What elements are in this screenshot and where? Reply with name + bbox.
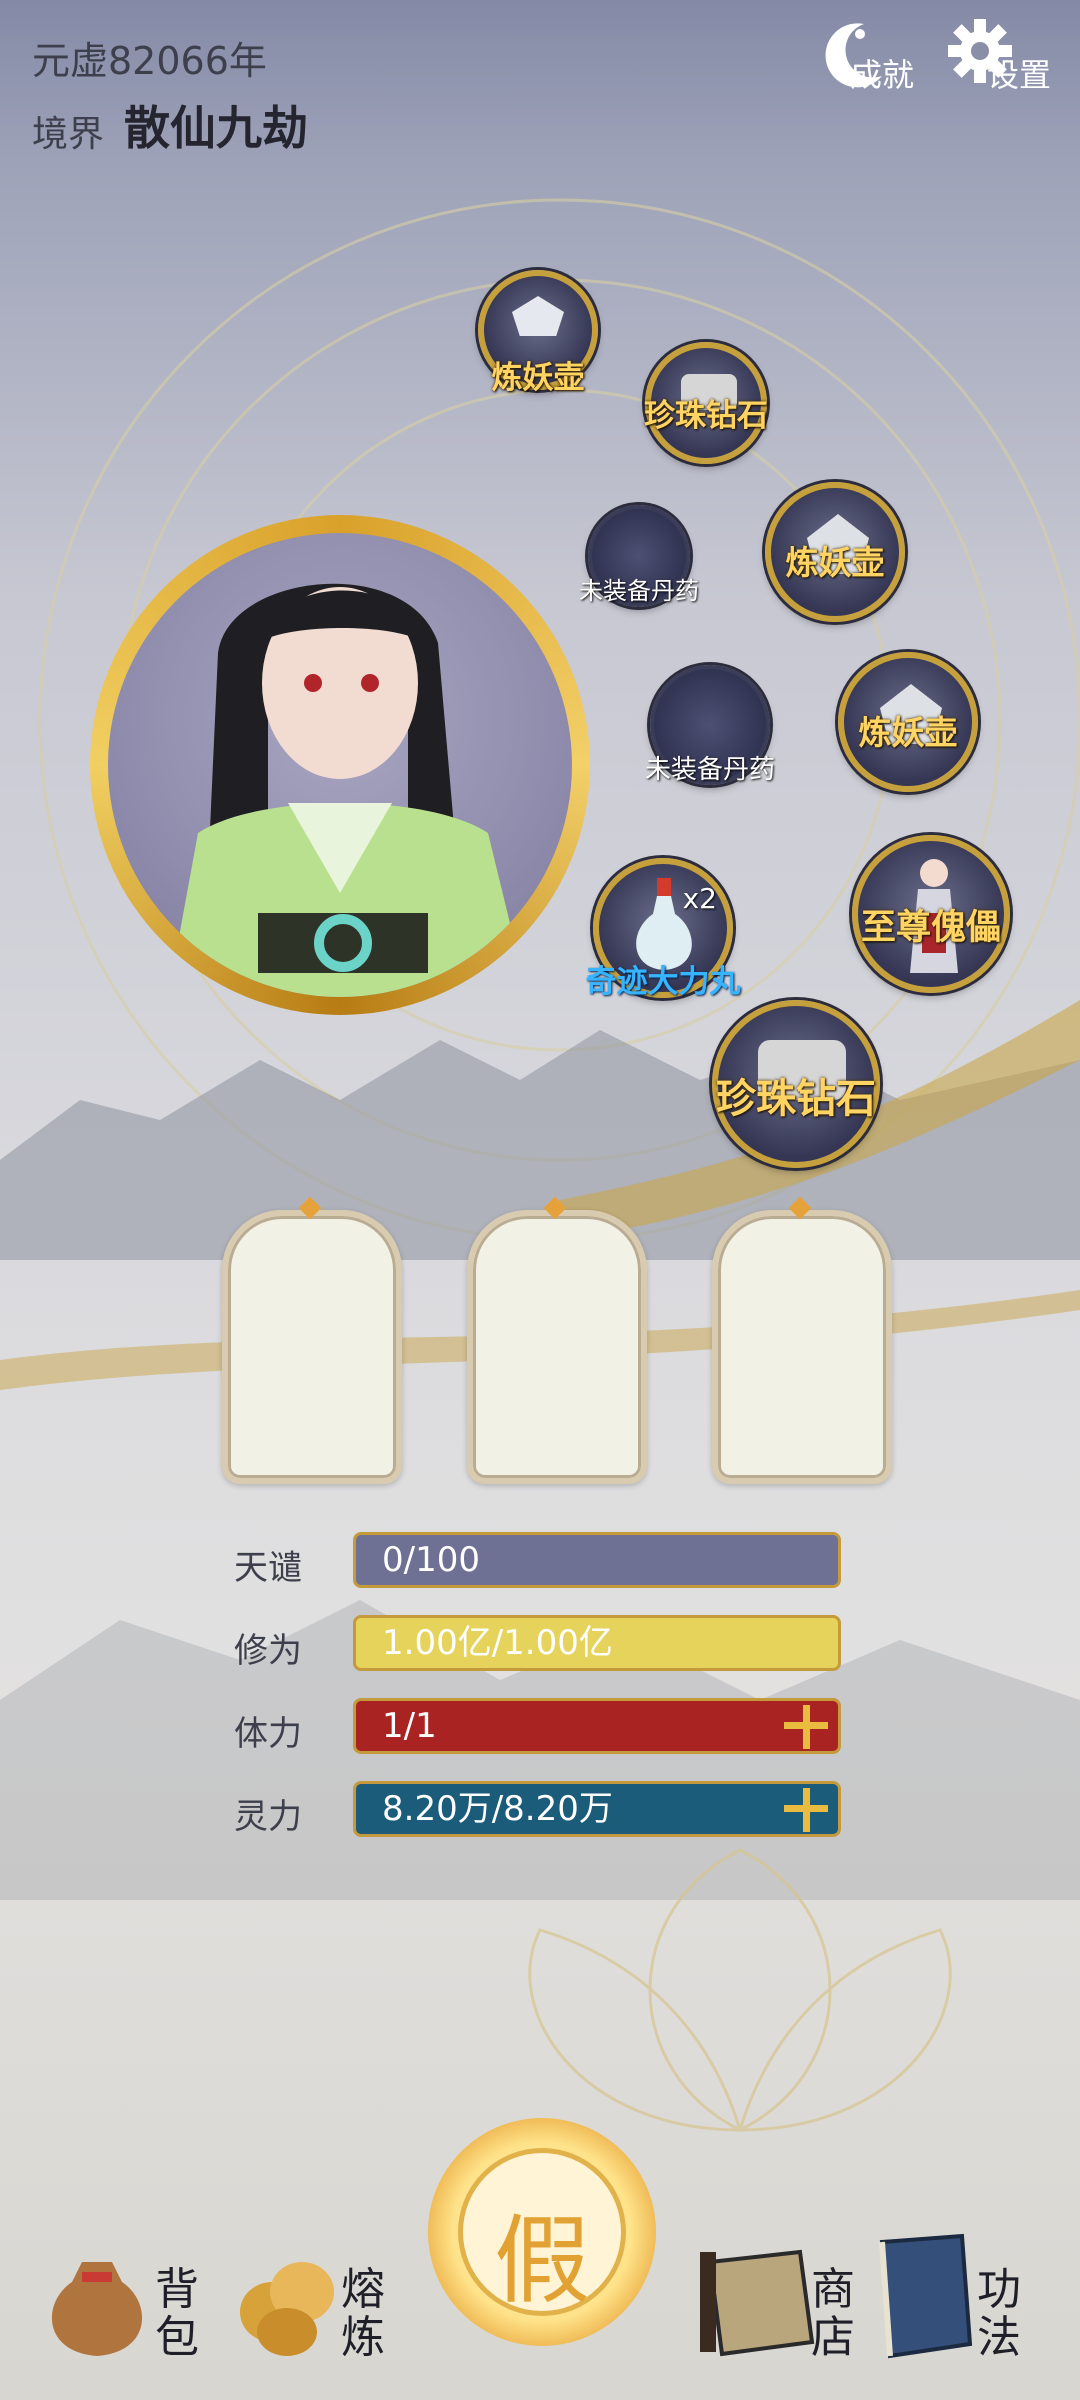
equip-slot-4[interactable]: 炼妖壶 bbox=[765, 482, 905, 622]
settings-label: 设置 bbox=[987, 56, 1052, 94]
meditate-button-label: 假 bbox=[494, 2205, 590, 2317]
nav-shop[interactable]: 商店 bbox=[700, 2232, 870, 2372]
equip-label: 奇迹大力丸 bbox=[585, 964, 741, 1000]
realm-value: 散仙九劫 bbox=[124, 101, 308, 155]
nav-skills[interactable]: 功法 bbox=[862, 2232, 1042, 2372]
scroll-map-icon bbox=[700, 2249, 815, 2357]
realm-label: 境界 bbox=[32, 114, 105, 155]
equip-label: 至尊傀儡 bbox=[860, 908, 1001, 948]
stat-value: 0/100 bbox=[382, 1540, 480, 1580]
add-stamina-plus-icon[interactable] bbox=[770, 1697, 840, 1755]
equip-slot-7[interactable]: x2 奇迹大力丸 bbox=[586, 858, 741, 1000]
item-count: x2 bbox=[682, 882, 717, 915]
equip-label: 炼妖壶 bbox=[858, 713, 958, 752]
nav-backpack[interactable]: 背包 bbox=[42, 2232, 212, 2372]
nav-skills-label: 功法 bbox=[977, 2264, 1021, 2363]
equip-slot-6[interactable]: 炼妖壶 bbox=[838, 652, 978, 792]
skill-card-2[interactable] bbox=[467, 1196, 647, 1484]
stat-value: 1/1 bbox=[382, 1706, 437, 1746]
equip-slot-3[interactable]: 未装备丹药 bbox=[579, 505, 699, 607]
nav-backpack-label: 背包 bbox=[155, 2264, 199, 2363]
stat-bar-xiuwei: 1.00亿/1.00亿 bbox=[353, 1615, 841, 1671]
stat-bar-lingli: 8.20万/8.20万 bbox=[353, 1781, 841, 1837]
character-avatar bbox=[168, 583, 528, 997]
equip-label: 珍珠钻石 bbox=[644, 398, 768, 434]
equip-slot-8[interactable]: 至尊傀儡 bbox=[852, 835, 1010, 993]
achievements-label: 成就 bbox=[850, 56, 915, 94]
stat-value: 1.00亿/1.00亿 bbox=[382, 1623, 613, 1663]
pot-icon bbox=[512, 296, 564, 336]
stat-bar-tianqian: 0/100 bbox=[353, 1532, 841, 1588]
equip-slot-1[interactable]: 炼妖壶 bbox=[478, 270, 598, 396]
equip-label: 炼妖壶 bbox=[491, 360, 585, 396]
settings-button[interactable]: 设置 bbox=[945, 10, 1055, 100]
equip-label: 珍珠钻石 bbox=[716, 1076, 876, 1122]
stat-label-lingli: 灵力 bbox=[234, 1797, 302, 1837]
equip-label: 炼妖壶 bbox=[785, 543, 885, 582]
equip-slot-9[interactable]: 珍珠钻石 bbox=[712, 1000, 880, 1168]
lotus-decoration bbox=[528, 1848, 952, 2132]
book-icon bbox=[879, 2233, 973, 2359]
nav-shop-label: 商店 bbox=[811, 2264, 855, 2363]
skill-card-3[interactable] bbox=[712, 1196, 892, 1484]
equip-slot-5[interactable]: 未装备丹药 bbox=[645, 665, 775, 785]
stat-bar-tili: 1/1 bbox=[353, 1698, 841, 1754]
meditate-button-glow[interactable]: 假 bbox=[428, 2118, 656, 2346]
character-portrait bbox=[108, 533, 572, 997]
skill-card-1[interactable] bbox=[222, 1196, 402, 1484]
stat-label-xiuwei: 修为 bbox=[234, 1631, 302, 1671]
equip-label: 未装备丹药 bbox=[579, 577, 699, 605]
equip-label: 未装备丹药 bbox=[644, 755, 775, 785]
era-text: 元虚82066年 bbox=[32, 39, 267, 83]
bag-icon bbox=[51, 2262, 143, 2356]
stat-label-tianqian: 天谴 bbox=[234, 1548, 302, 1588]
coins-icon bbox=[240, 2262, 334, 2356]
nav-smelt-label: 熔炼 bbox=[341, 2264, 385, 2363]
character-portrait-frame[interactable] bbox=[90, 515, 590, 1015]
stat-label-tili: 体力 bbox=[234, 1714, 302, 1754]
stat-value: 8.20万/8.20万 bbox=[382, 1789, 613, 1829]
achievements-button[interactable]: 成就 bbox=[812, 10, 922, 100]
nav-smelt[interactable]: 熔炼 bbox=[232, 2232, 402, 2372]
equip-slot-2[interactable]: 珍珠钻石 bbox=[644, 342, 768, 464]
